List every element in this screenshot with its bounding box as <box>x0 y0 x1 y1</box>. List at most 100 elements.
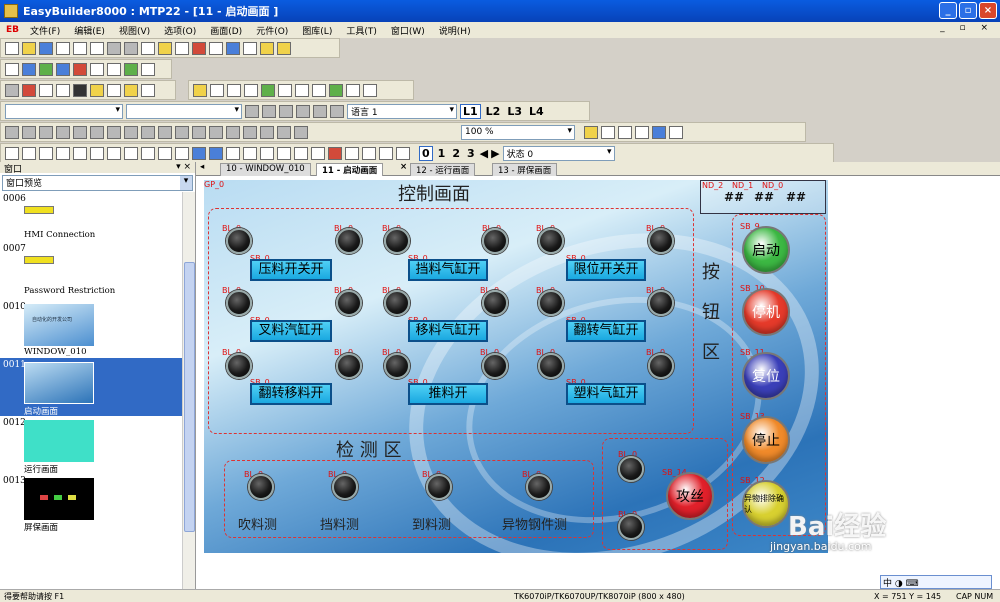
set-word-icon[interactable] <box>56 83 70 97</box>
draw-arc-icon[interactable] <box>73 146 87 160</box>
picture-lib-icon[interactable] <box>584 125 598 139</box>
tab-close-icon[interactable]: × <box>400 162 407 172</box>
trend-icon[interactable] <box>295 83 309 97</box>
set-bit-icon[interactable] <box>39 83 53 97</box>
font-shrink-icon[interactable] <box>262 104 276 118</box>
layer-l4-button[interactable]: L4 <box>527 105 546 118</box>
clock-icon[interactable] <box>363 83 377 97</box>
ungroup-icon[interactable] <box>22 125 36 139</box>
tab-scroll-left-icon[interactable]: ◂ <box>200 162 204 172</box>
tool-icon[interactable] <box>5 62 19 76</box>
italic-icon[interactable] <box>296 104 310 118</box>
layer-l3-button[interactable]: L3 <box>505 105 524 118</box>
zoom-combo[interactable]: 100 % <box>461 124 575 140</box>
obj-keypad-icon[interactable] <box>226 146 240 160</box>
undo-icon[interactable] <box>107 41 121 55</box>
indicator-lamp[interactable] <box>336 290 362 316</box>
print-icon[interactable] <box>141 41 155 55</box>
function-key-icon[interactable] <box>73 83 87 97</box>
obj-bar-icon[interactable] <box>277 146 291 160</box>
confirm-removal-button[interactable]: 异物排除确认 <box>742 480 790 528</box>
new-file-icon[interactable] <box>5 41 19 55</box>
distribute-h-icon[interactable] <box>209 125 223 139</box>
menu-library[interactable]: 图库(L) <box>302 24 332 37</box>
list-item-0010[interactable]: 0010 自动化的开发公司 WINDOW_010 <box>0 300 182 358</box>
window-icon[interactable] <box>260 41 274 55</box>
push-button-flip-move[interactable]: 翻转移料开 <box>250 383 332 405</box>
tapping-lamp[interactable] <box>618 514 644 540</box>
obj-chart-icon[interactable] <box>243 146 257 160</box>
bold-icon[interactable] <box>279 104 293 118</box>
draw-polygon-icon[interactable] <box>141 146 155 160</box>
maximize-button[interactable]: ▫ <box>959 2 977 19</box>
table-icon[interactable] <box>124 62 138 76</box>
nudge-icon[interactable] <box>294 125 308 139</box>
state-next-icon[interactable]: ▶ <box>491 147 499 160</box>
pen-icon[interactable] <box>209 41 223 55</box>
menu-window[interactable]: 窗口(W) <box>391 24 425 37</box>
ascii-icon[interactable] <box>227 83 241 97</box>
sound-lib-icon[interactable] <box>618 125 632 139</box>
push-button-move-cylinder[interactable]: 移料气缸开 <box>408 320 488 342</box>
menu-file[interactable]: 文件(F) <box>30 24 60 37</box>
list-item-0007[interactable]: 0007 Password Restriction <box>0 242 182 300</box>
draw-line-icon[interactable] <box>39 146 53 160</box>
push-button-plastic-cylinder[interactable]: 塑料气缸开 <box>566 383 646 405</box>
menu-screen[interactable]: 画面(D) <box>210 24 242 37</box>
stop-button[interactable]: 停止 <box>742 416 790 464</box>
indicator-lamp[interactable] <box>482 353 508 379</box>
underline-icon[interactable] <box>313 104 327 118</box>
align-bottom-icon[interactable] <box>158 125 172 139</box>
rotate-icon[interactable] <box>243 125 257 139</box>
monitor-icon[interactable] <box>22 62 36 76</box>
align-top-icon[interactable] <box>124 125 138 139</box>
bulb-icon[interactable] <box>193 83 207 97</box>
word-lamp-icon[interactable] <box>22 83 36 97</box>
online-sim-icon[interactable] <box>56 62 70 76</box>
redo-icon[interactable] <box>124 41 138 55</box>
hmi-canvas[interactable]: GP_0 控制画面 ND_2 ND_1 ND_0 ## ## ## 按 钮 区 … <box>204 180 828 553</box>
slide-icon[interactable] <box>141 83 155 97</box>
font-size-combo[interactable] <box>126 103 242 119</box>
grid-icon[interactable] <box>226 41 240 55</box>
lock-icon[interactable] <box>277 125 291 139</box>
alarm-icon[interactable] <box>346 83 360 97</box>
list-item-0006[interactable]: 0006 HMI Connection <box>0 192 182 242</box>
indicator-lamp[interactable] <box>538 290 564 316</box>
menu-object[interactable]: 元件(O) <box>256 24 288 37</box>
close-button[interactable]: × <box>979 2 997 19</box>
tab-window-10[interactable]: 10 - WINDOW_010 <box>220 163 311 176</box>
menu-help[interactable]: 说明(H) <box>439 24 471 37</box>
history-icon[interactable] <box>329 83 343 97</box>
obj-image-icon[interactable] <box>294 146 308 160</box>
state-combo[interactable]: 状态 0 <box>502 145 615 161</box>
font-lib-icon[interactable] <box>635 125 649 139</box>
indicator-lamp[interactable] <box>648 290 674 316</box>
number-input-icon[interactable] <box>244 83 258 97</box>
macro-icon[interactable] <box>652 125 666 139</box>
tapping-lamp[interactable] <box>618 456 644 482</box>
group-icon[interactable] <box>5 125 19 139</box>
list-item-0012[interactable]: 0012 运行画面 <box>0 416 182 475</box>
attribute-icon[interactable] <box>22 146 36 160</box>
flip-icon[interactable] <box>260 125 274 139</box>
list-scrollbar[interactable] <box>182 192 195 590</box>
draw-rect-icon[interactable] <box>124 146 138 160</box>
obj-meter-icon[interactable] <box>260 146 274 160</box>
obj-pipe-icon[interactable] <box>379 146 393 160</box>
compile-icon[interactable] <box>192 41 206 55</box>
menu-options[interactable]: 选项(O) <box>164 24 196 37</box>
indicator-lamp[interactable] <box>384 228 410 254</box>
indicator-lamp[interactable] <box>538 228 564 254</box>
tab-window-11[interactable]: 11 - 启动画面 <box>316 163 384 176</box>
draw-text-icon[interactable] <box>158 146 172 160</box>
download-icon[interactable] <box>39 62 53 76</box>
state-2-button[interactable]: 2 <box>450 147 462 160</box>
align-center-icon[interactable] <box>90 125 104 139</box>
ime-toolbar[interactable]: 中 ◑ ⌨ <box>880 575 992 589</box>
minimize-button[interactable]: _ <box>939 2 957 19</box>
push-button-stop-cylinder[interactable]: 挡料气缸开 <box>408 259 488 281</box>
indicator-lamp[interactable] <box>336 353 362 379</box>
indicator-lamp[interactable] <box>482 228 508 254</box>
send-back-icon[interactable] <box>56 125 70 139</box>
